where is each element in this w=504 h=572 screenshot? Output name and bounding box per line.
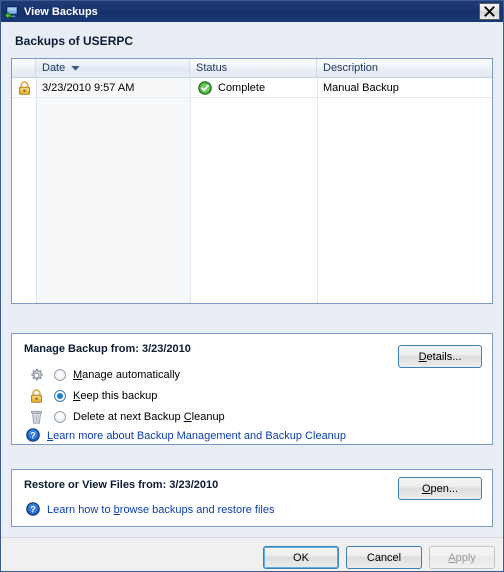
ok-button-label: OK (293, 551, 309, 564)
manage-backup-group: Manage Backup from: 3/23/2010 Details...… (11, 333, 493, 445)
radio-keep-this-backup[interactable] (54, 390, 66, 402)
column-header-description-label: Description (323, 62, 379, 74)
cell-status: Complete (190, 78, 317, 97)
lock-icon (28, 388, 44, 404)
help-icon: ? (26, 427, 40, 445)
sort-descending-icon (71, 62, 80, 74)
help-icon: ? (26, 501, 40, 519)
option-keep-this-backup[interactable]: Keep this backup (28, 387, 157, 405)
learn-browse-restore-link[interactable]: ? Learn how to browse backups and restor… (26, 501, 275, 519)
column-divider-3 (317, 78, 318, 303)
ok-button[interactable]: OK (263, 546, 339, 569)
list-body[interactable]: 3/23/2010 9:57 AM Complete Manual Backup (12, 78, 492, 303)
title-bar[interactable]: View Backups (1, 1, 503, 23)
check-circle-icon (198, 80, 212, 95)
open-button-label-rest: pen... (430, 482, 459, 495)
apply-button-label-rest: pply (455, 551, 476, 564)
radio-manage-automatically[interactable] (54, 369, 66, 381)
restore-group: Restore or View Files from: 3/23/2010 Op… (11, 469, 493, 527)
sorted-column-tint (36, 78, 190, 303)
backups-list[interactable]: Date Status Description 3/23/2010 9:57 A… (11, 58, 493, 304)
page-title: Backups of USERPC (15, 34, 134, 48)
list-header-row: Date Status Description (12, 59, 492, 78)
cancel-button-label: Cancel (366, 551, 402, 564)
restore-group-title: Restore or View Files from: 3/23/2010 (24, 479, 219, 491)
details-button[interactable]: Details... (398, 345, 482, 368)
computer-backup-icon (4, 5, 18, 19)
row-lock-cell (12, 78, 36, 97)
cell-date: 3/23/2010 9:57 AM (42, 81, 135, 94)
option-manage-automatically-label: Manage automatically (73, 369, 181, 381)
column-header-date[interactable]: Date (36, 59, 190, 77)
learn-browse-restore-label: Learn how to browse backups and restore … (47, 504, 275, 516)
view-backups-dialog: View Backups Backups of USERPC Date Stat… (0, 0, 504, 572)
open-button-accel: O (421, 482, 431, 495)
dialog-footer: OK Cancel Apply (1, 538, 503, 571)
column-divider-2 (190, 78, 191, 303)
column-header-status-label: Status (196, 62, 228, 74)
column-header-description[interactable]: Description (317, 59, 492, 77)
apply-button-accel: A (448, 551, 456, 564)
option-delete-at-next-cleanup[interactable]: Delete at next Backup Cleanup (28, 408, 225, 426)
cancel-button[interactable]: Cancel (346, 546, 422, 569)
dialog-client-area: Backups of USERPC Date Status Descriptio… (1, 22, 503, 571)
column-header-status[interactable]: Status (190, 59, 317, 77)
learn-more-backup-management-link[interactable]: ? Learn more about Backup Management and… (26, 427, 347, 445)
option-delete-at-next-cleanup-label: Delete at next Backup Cleanup (73, 411, 225, 423)
gear-icon (28, 367, 44, 383)
column-header-icon (12, 59, 36, 77)
manage-backup-title: Manage Backup from: 3/23/2010 (24, 343, 191, 355)
trash-icon (28, 409, 44, 425)
table-row[interactable]: 3/23/2010 9:57 AM Complete Manual Backup (12, 78, 492, 97)
details-button-label-rest: etails... (426, 350, 462, 363)
column-divider-1 (36, 78, 37, 303)
apply-button: Apply (429, 546, 495, 569)
close-icon[interactable] (479, 3, 500, 20)
learn-more-backup-management-label: Learn more about Backup Management and B… (47, 430, 347, 442)
column-header-date-label: Date (42, 62, 66, 74)
svg-text:?: ? (30, 504, 36, 514)
details-button-accel: D (418, 350, 427, 363)
option-keep-this-backup-label: Keep this backup (73, 390, 158, 402)
radio-delete-at-next-cleanup[interactable] (54, 411, 66, 423)
svg-text:?: ? (30, 430, 36, 440)
lock-icon (18, 80, 30, 95)
cell-status-label: Complete (218, 81, 266, 94)
row-divider (12, 97, 492, 98)
window-title: View Backups (24, 5, 98, 18)
cell-description: Manual Backup (323, 81, 399, 94)
option-manage-automatically[interactable]: Manage automatically (28, 366, 180, 384)
open-button[interactable]: Open... (398, 477, 482, 500)
